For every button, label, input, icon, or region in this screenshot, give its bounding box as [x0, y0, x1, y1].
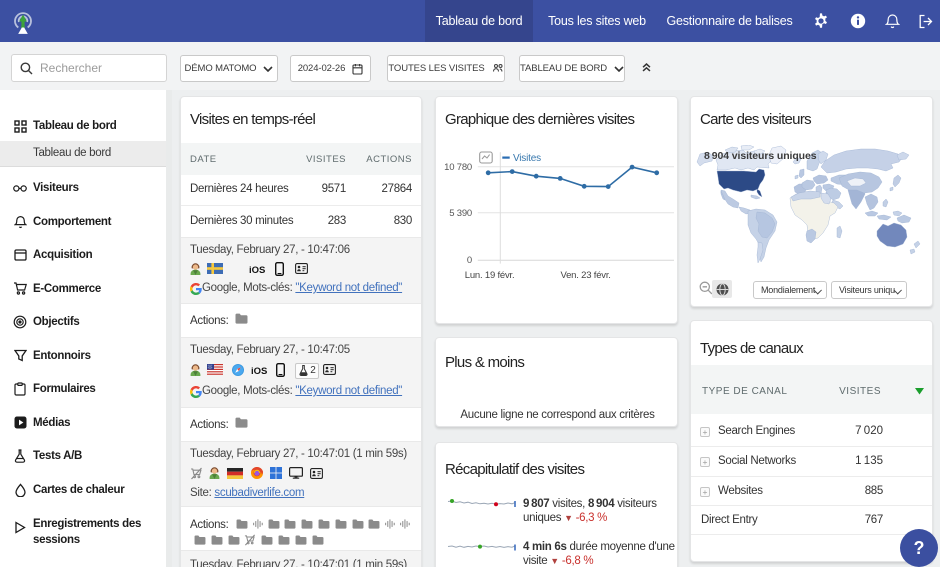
svg-text:Lun. 19 févr.: Lun. 19 févr.: [465, 270, 515, 281]
svg-text:Visites: Visites: [513, 153, 541, 164]
svg-text:Ven. 23 févr.: Ven. 23 févr.: [560, 270, 610, 281]
svg-text:10 780: 10 780: [444, 162, 472, 173]
svg-text:0: 0: [467, 255, 472, 266]
svg-text:5 390: 5 390: [449, 208, 472, 219]
